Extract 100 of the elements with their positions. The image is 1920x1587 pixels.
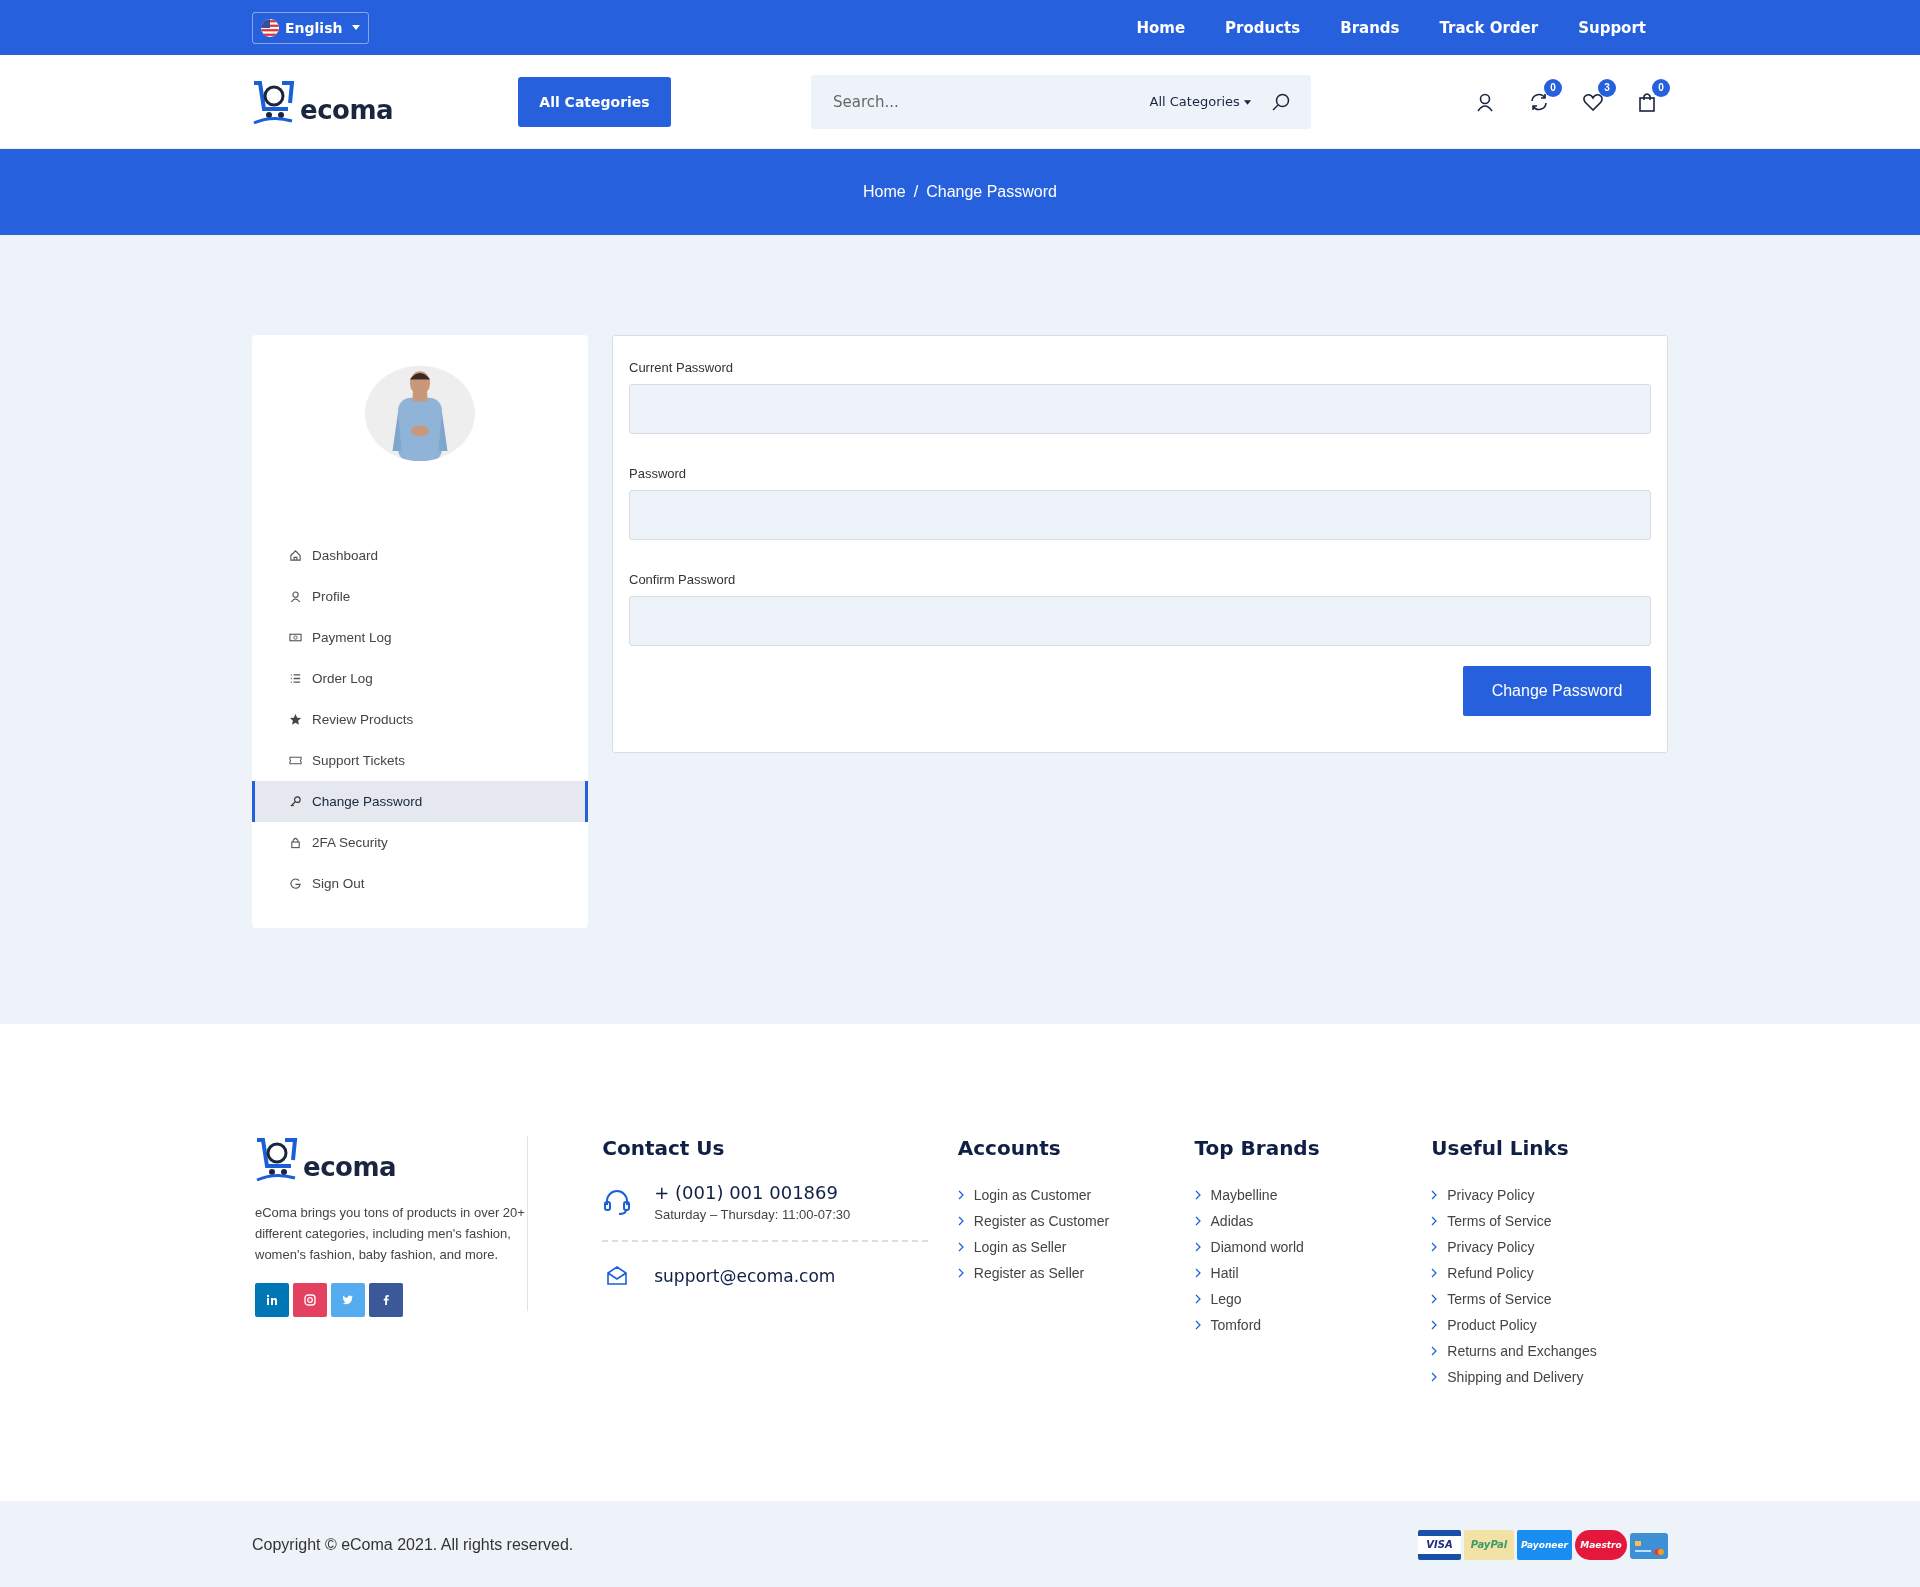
- visa-logo: VISA: [1418, 1529, 1461, 1560]
- instagram-icon: [304, 1294, 316, 1306]
- footer-link[interactable]: Shipping and Delivery: [1447, 1369, 1584, 1385]
- sidebar-item[interactable]: Support Tickets: [252, 740, 588, 781]
- sidebar-item[interactable]: Change Password: [252, 781, 588, 822]
- chevron-icon: [1194, 1216, 1201, 1226]
- nav-link[interactable]: Home: [1136, 18, 1186, 37]
- cart-logo-icon: [252, 78, 296, 125]
- chevron-icon: [957, 1216, 964, 1226]
- twitter-icon: [342, 1294, 354, 1306]
- breadcrumb-link[interactable]: Change Password: [926, 183, 1057, 201]
- nav-link[interactable]: Brands: [1340, 18, 1400, 37]
- footer-link[interactable]: Maybelline: [1210, 1187, 1278, 1203]
- flag-icon: [261, 18, 279, 37]
- nav-link[interactable]: Products: [1225, 18, 1301, 37]
- social-button[interactable]: [255, 1283, 289, 1317]
- count-badge: 3: [1598, 78, 1616, 97]
- email-link[interactable]: support@ecoma.com: [654, 1266, 836, 1286]
- chevron-icon: [957, 1190, 964, 1200]
- footer-link[interactable]: Tomford: [1210, 1317, 1262, 1333]
- social-button[interactable]: [331, 1283, 365, 1317]
- footer-heading: Contact Us: [602, 1136, 726, 1160]
- sidebar-item[interactable]: Review Products: [252, 699, 588, 740]
- chevron-icon: [1194, 1320, 1201, 1330]
- payoneer-logo: Payoneer: [1517, 1529, 1572, 1560]
- sidebar-item[interactable]: Dashboard: [252, 535, 588, 576]
- footer-heading: Useful Links: [1431, 1136, 1570, 1160]
- chevron-icon: [1194, 1190, 1201, 1200]
- chevron-icon: [1194, 1294, 1201, 1304]
- copyright-text: Copyright © eComa 2021. All rights reserved.: [252, 1535, 574, 1554]
- footer-link[interactable]: Privacy Policy: [1447, 1239, 1535, 1255]
- chevron-icon: [1431, 1346, 1438, 1356]
- password-field[interactable]: [629, 490, 1651, 540]
- about-text: eComa brings you tons of products in over 20+ different categories, including men's fashion, women's fashion, baby fashion, and more.: [255, 1204, 526, 1264]
- nav-link[interactable]: Track Order: [1439, 18, 1539, 37]
- search-field[interactable]: Search...: [831, 91, 1150, 112]
- sidebar-item[interactable]: Order Log: [252, 658, 588, 699]
- opening-hours: Saturday – Thursday: 11:00-07:30: [654, 1207, 851, 1222]
- footer-heading: Accounts: [957, 1136, 1062, 1160]
- footer-link[interactable]: Diamond world: [1210, 1239, 1304, 1255]
- chevron-icon: [1194, 1268, 1201, 1278]
- ticket-icon: [289, 754, 302, 767]
- field-label: Password: [629, 466, 688, 481]
- sidebar-item[interactable]: Payment Log: [252, 617, 588, 658]
- footer-link[interactable]: Terms of Service: [1447, 1213, 1552, 1229]
- footer-link[interactable]: Login as Seller: [973, 1239, 1067, 1255]
- footer-link[interactable]: Adidas: [1210, 1213, 1254, 1229]
- maestro-logo: Maestro: [1575, 1529, 1627, 1560]
- chevron-icon: [1194, 1242, 1201, 1252]
- footer-link[interactable]: Privacy Policy: [1447, 1187, 1535, 1203]
- chevron-icon: [957, 1268, 964, 1278]
- footer-link[interactable]: Refund Policy: [1447, 1265, 1534, 1281]
- footer-link[interactable]: Returns and Exchanges: [1447, 1343, 1597, 1359]
- phone-number: + (001) 001 001869: [654, 1182, 839, 1203]
- footer-link[interactable]: Lego: [1210, 1291, 1242, 1307]
- chevron-icon: [1431, 1242, 1438, 1252]
- nav-link[interactable]: Support: [1578, 18, 1646, 37]
- caret-icon: [352, 25, 361, 30]
- category-dropdown[interactable]: All Categories: [1149, 94, 1251, 109]
- social-button[interactable]: [369, 1283, 403, 1317]
- caret-icon: [1244, 100, 1251, 105]
- footer-link[interactable]: Register as Seller: [973, 1265, 1085, 1281]
- chevron-icon: [1431, 1320, 1438, 1330]
- footer-link[interactable]: Hatil: [1210, 1265, 1239, 1281]
- footer-link[interactable]: Product Policy: [1447, 1317, 1537, 1333]
- credit-card-icon: [1630, 1530, 1668, 1559]
- sidebar-item[interactable]: Profile: [252, 576, 588, 617]
- star-icon: [289, 713, 302, 726]
- key-icon: [289, 795, 302, 808]
- field-label: Confirm Password: [629, 572, 737, 587]
- language-dropdown[interactable]: English: [252, 11, 370, 44]
- breadcrumb-separator: /: [913, 183, 919, 201]
- footer-heading: Top Brands: [1194, 1136, 1321, 1160]
- cart-logo-icon: [255, 1136, 299, 1182]
- envelope-icon: [605, 1264, 630, 1288]
- footer-link[interactable]: Register as Customer: [973, 1213, 1110, 1229]
- sidebar-item[interactable]: Sign Out: [252, 863, 588, 904]
- home-icon: [289, 549, 302, 562]
- chevron-icon: [1431, 1294, 1438, 1304]
- breadcrumb-link[interactable]: Home: [863, 183, 906, 201]
- paypal-logo: PayPal: [1464, 1529, 1514, 1560]
- user-icon: [289, 590, 302, 603]
- social-button[interactable]: [293, 1283, 327, 1317]
- password-field[interactable]: [629, 384, 1651, 434]
- shopping-bag-icon[interactable]: [1636, 90, 1658, 113]
- list-icon: [289, 672, 302, 685]
- logo-text: ecoma: [303, 1152, 397, 1182]
- change-password-button[interactable]: Change Password: [1463, 666, 1651, 716]
- password-field[interactable]: [629, 596, 1651, 646]
- logo-text: ecoma: [300, 94, 394, 125]
- count-badge: 0: [1544, 78, 1562, 97]
- lock-icon: [289, 836, 302, 849]
- field-label: Current Password: [629, 360, 735, 375]
- footer-link[interactable]: Login as Customer: [973, 1187, 1092, 1203]
- search-icon[interactable]: [1271, 91, 1291, 112]
- count-badge: 0: [1652, 78, 1670, 97]
- sidebar-item[interactable]: 2FA Security: [252, 822, 588, 863]
- chevron-icon: [1431, 1190, 1438, 1200]
- all-categories-button[interactable]: All Categories: [518, 76, 671, 127]
- footer-link[interactable]: Terms of Service: [1447, 1291, 1552, 1307]
